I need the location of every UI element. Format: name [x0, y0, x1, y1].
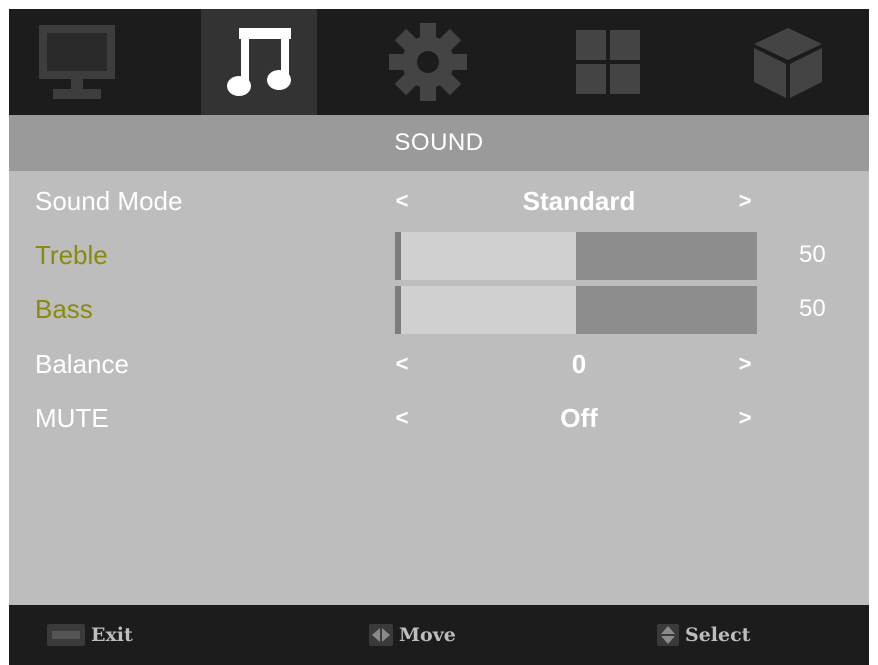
move-hint-label: Move [399, 624, 456, 646]
bass-slider-fill [395, 286, 576, 334]
music-note-icon [227, 28, 291, 96]
bass-label: Bass [35, 294, 93, 324]
menu-title: SOUND [9, 115, 869, 171]
treble-slider[interactable] [395, 232, 757, 280]
menu-key-icon [47, 624, 85, 646]
balance-label: Balance [35, 349, 129, 379]
sound-mode-right-arrow[interactable]: > [735, 175, 755, 227]
balance-row[interactable]: Balance < 0 > [9, 338, 869, 390]
tab-media[interactable] [730, 9, 846, 115]
balance-right-arrow[interactable]: > [735, 338, 755, 390]
tab-features[interactable] [550, 9, 666, 115]
treble-value: 50 [799, 241, 826, 268]
mute-left-arrow[interactable]: < [392, 392, 412, 444]
tv-osd-menu: SOUND Sound Mode < Standard > Treble 50 … [9, 9, 869, 665]
gear-icon [389, 23, 467, 101]
treble-label: Treble [35, 240, 108, 270]
menu-icon-bar [9, 9, 869, 115]
balance-left-arrow[interactable]: < [392, 338, 412, 390]
balance-value: 0 [571, 349, 587, 379]
left-right-key-icon [369, 624, 393, 646]
treble-row[interactable]: Treble 50 [9, 229, 869, 281]
key-hint-bar: Exit Move Select [9, 605, 869, 665]
exit-hint[interactable]: Exit [47, 605, 133, 665]
sound-mode-label: Sound Mode [35, 186, 183, 216]
up-down-key-icon [657, 624, 679, 646]
exit-hint-label: Exit [91, 624, 133, 646]
grid-icon [576, 30, 640, 94]
tab-picture[interactable] [19, 9, 135, 115]
sound-mode-value: Standard [522, 186, 636, 216]
bass-slider[interactable] [395, 286, 757, 334]
select-hint-label: Select [685, 624, 751, 646]
move-hint[interactable]: Move [369, 605, 456, 665]
sound-mode-left-arrow[interactable]: < [392, 175, 412, 227]
mute-value: Off [560, 403, 598, 433]
tab-setup[interactable] [370, 9, 486, 115]
monitor-icon [39, 25, 115, 99]
bass-value: 50 [799, 295, 826, 322]
mute-right-arrow[interactable]: > [735, 392, 755, 444]
mute-label: MUTE [35, 403, 109, 433]
treble-slider-fill [395, 232, 576, 280]
bass-row[interactable]: Bass 50 [9, 283, 869, 335]
mute-row[interactable]: MUTE < Off > [9, 392, 869, 444]
cube-icon [754, 28, 822, 98]
select-hint[interactable]: Select [657, 605, 750, 665]
sound-mode-row[interactable]: Sound Mode < Standard > [9, 175, 869, 227]
tab-sound[interactable] [201, 9, 317, 115]
